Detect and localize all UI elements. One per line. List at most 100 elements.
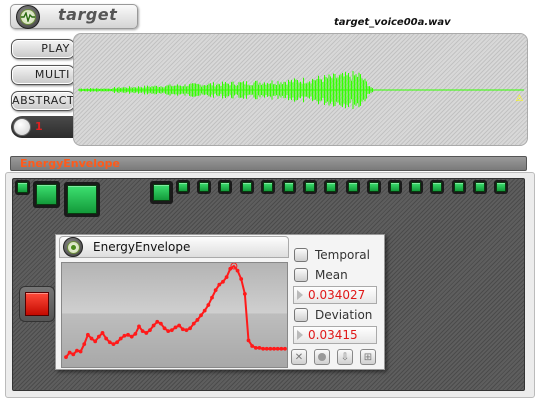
envelope-point bbox=[159, 321, 163, 326]
pad-row-item[interactable] bbox=[432, 182, 443, 192]
pad-row-item[interactable] bbox=[262, 182, 273, 192]
temporal-option[interactable]: Temporal bbox=[294, 246, 370, 264]
envelope-point bbox=[107, 340, 112, 345]
envelope-plot bbox=[61, 262, 288, 368]
pad-row-item[interactable] bbox=[284, 182, 294, 192]
play-arrow-icon bbox=[297, 330, 303, 340]
envelope-point bbox=[213, 288, 218, 293]
envelope-point bbox=[217, 282, 222, 287]
pad-row-item[interactable] bbox=[411, 182, 422, 192]
file-name: target_voice00a.wav bbox=[334, 17, 451, 28]
envelope-point bbox=[272, 346, 276, 351]
envelope-point bbox=[166, 329, 171, 333]
pad-small[interactable] bbox=[153, 184, 170, 201]
envelope-point bbox=[195, 318, 200, 322]
envelope-point bbox=[279, 346, 284, 351]
envelope-point bbox=[86, 332, 90, 337]
envelope-point bbox=[118, 336, 123, 341]
envelope-point bbox=[104, 336, 109, 341]
download-icon[interactable]: ⇩ bbox=[337, 349, 353, 365]
pad-large[interactable] bbox=[67, 185, 97, 214]
envelope-point bbox=[169, 328, 174, 333]
mean-label: Mean bbox=[315, 268, 348, 282]
envelope-point bbox=[246, 338, 251, 343]
pad-row-item[interactable] bbox=[347, 182, 358, 192]
envelope-point bbox=[122, 333, 127, 338]
play-arrow-icon bbox=[297, 290, 303, 300]
pad-row-item[interactable] bbox=[453, 182, 464, 192]
envelope-point bbox=[75, 348, 79, 353]
envelope-point bbox=[133, 331, 138, 336]
pad-medium[interactable] bbox=[36, 184, 57, 205]
pad-row-item[interactable] bbox=[326, 182, 337, 192]
pad-row-item[interactable] bbox=[220, 182, 231, 192]
envelope-point bbox=[93, 339, 98, 344]
envelope-point bbox=[253, 345, 258, 350]
envelope-point bbox=[82, 342, 87, 347]
deviation-option[interactable]: Deviation bbox=[294, 306, 372, 324]
pad-row-item[interactable] bbox=[241, 182, 252, 192]
envelope-point bbox=[268, 346, 273, 351]
app-title: target bbox=[58, 5, 118, 24]
envelope-point bbox=[126, 332, 130, 337]
envelope-point bbox=[100, 331, 105, 335]
envelope-point bbox=[140, 329, 145, 333]
envelope-point bbox=[250, 344, 255, 348]
module-logo-icon bbox=[63, 237, 83, 257]
deviation-value-field[interactable]: 0.03415 bbox=[293, 326, 377, 344]
envelope-point bbox=[206, 303, 211, 307]
envelope-point bbox=[210, 295, 214, 300]
envelope-series-line bbox=[65, 264, 285, 358]
multi-button[interactable]: Multi bbox=[11, 65, 75, 85]
envelope-point bbox=[184, 328, 189, 333]
envelope-point bbox=[137, 324, 141, 329]
envelope-point bbox=[144, 331, 149, 335]
envelope-point bbox=[283, 346, 287, 351]
close-icon[interactable]: ✕ bbox=[291, 349, 307, 365]
envelope-point bbox=[221, 279, 225, 284]
section-title: EnergyEnvelope bbox=[20, 157, 120, 170]
envelope-point bbox=[115, 340, 119, 345]
deviation-value: 0.03415 bbox=[308, 328, 358, 342]
pad-row-item[interactable] bbox=[368, 182, 379, 192]
expand-icon[interactable]: ⊞ bbox=[360, 349, 376, 365]
mean-value-field[interactable]: 0.034027 bbox=[293, 286, 377, 304]
mean-checkbox[interactable] bbox=[294, 268, 308, 282]
envelope-point bbox=[173, 325, 178, 330]
module-title: EnergyEnvelope bbox=[93, 240, 191, 254]
deviation-checkbox[interactable] bbox=[294, 308, 308, 322]
alert-pad[interactable] bbox=[25, 292, 49, 316]
envelope-point bbox=[78, 349, 83, 354]
play-button[interactable]: Play bbox=[11, 39, 75, 59]
envelope-point bbox=[155, 319, 160, 324]
envelope-point bbox=[275, 346, 280, 351]
envelope-point bbox=[180, 327, 185, 332]
mean-option[interactable]: Mean bbox=[294, 266, 348, 284]
pad-row-item[interactable] bbox=[305, 182, 316, 192]
target-logo-icon bbox=[16, 5, 40, 29]
record-radio[interactable] bbox=[13, 118, 31, 136]
envelope-point bbox=[89, 336, 94, 341]
envelope-point bbox=[71, 352, 76, 357]
pad-row-item[interactable] bbox=[199, 182, 210, 192]
record-icon[interactable] bbox=[314, 349, 330, 365]
envelope-point bbox=[96, 334, 101, 339]
mean-value: 0.034027 bbox=[308, 288, 366, 302]
envelope-point bbox=[202, 308, 207, 313]
envelope-point bbox=[261, 346, 266, 351]
envelope-point bbox=[224, 275, 229, 280]
pad-tiny[interactable] bbox=[17, 182, 28, 193]
abstract-button[interactable]: Abstract bbox=[11, 91, 75, 111]
envelope-point bbox=[162, 326, 167, 331]
pad-row-item[interactable] bbox=[496, 182, 506, 192]
temporal-checkbox[interactable] bbox=[294, 248, 308, 262]
pad-row-item[interactable] bbox=[390, 182, 400, 192]
envelope-point bbox=[64, 355, 68, 360]
envelope-point bbox=[257, 345, 262, 350]
pad-row-item[interactable] bbox=[474, 182, 485, 192]
end-marker-icon: ◬ bbox=[516, 93, 523, 103]
pad-row-item[interactable] bbox=[178, 182, 188, 192]
waveform-panel[interactable]: ◬ bbox=[73, 33, 528, 146]
deviation-label: Deviation bbox=[315, 308, 373, 322]
envelope-point bbox=[242, 292, 247, 296]
